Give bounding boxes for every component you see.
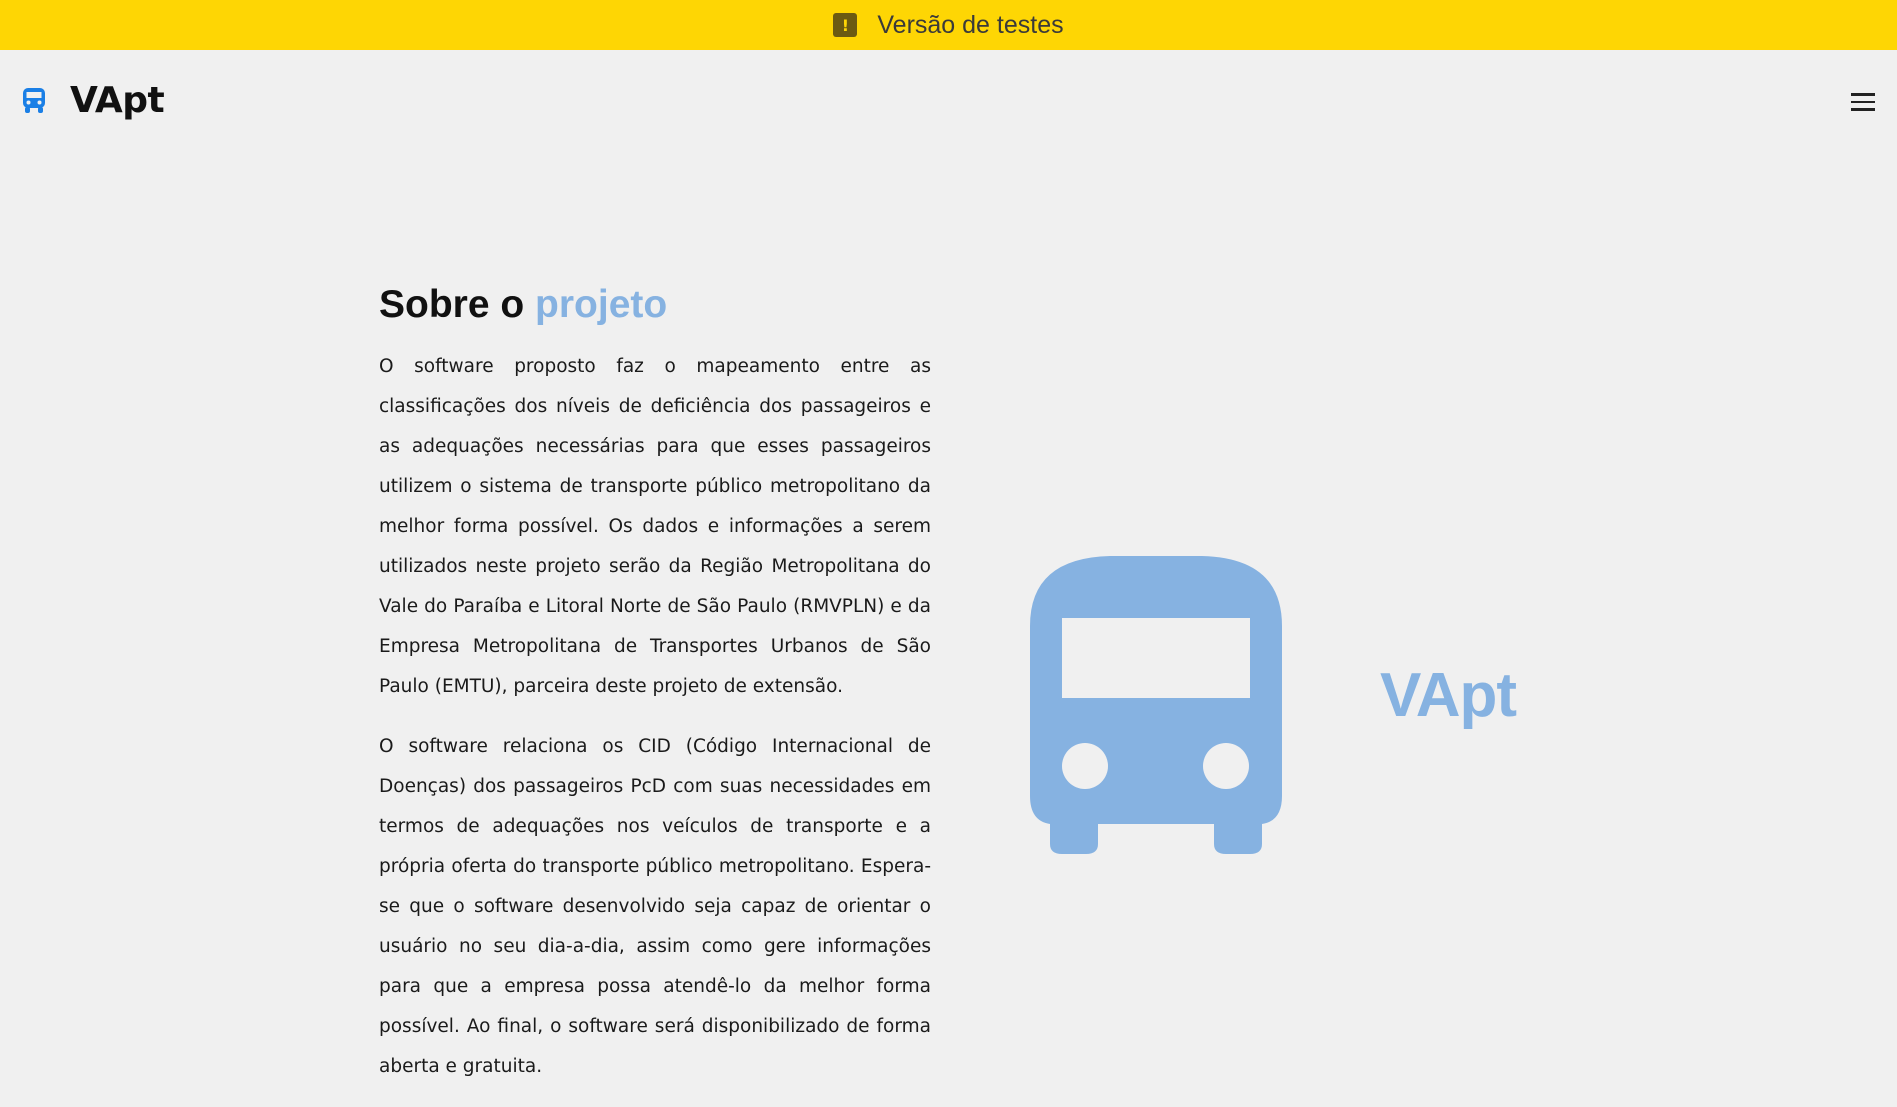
hero-app-name: VApt	[1380, 661, 1517, 730]
exclamation-icon: !	[833, 13, 858, 37]
title-text: Sobre o	[379, 283, 536, 326]
hero-bus-icon	[1030, 556, 1282, 858]
about-paragraph-2: O software relaciona os CID (Código Inte…	[379, 736, 931, 1077]
banner-text: Versão de testes	[877, 10, 1064, 39]
top-navbar: VApt	[0, 50, 1897, 156]
bus-icon	[22, 87, 46, 114]
brand-logo[interactable]: VApt	[22, 80, 165, 121]
about-section: Sobre o projeto O software proposto faz …	[379, 283, 931, 1107]
hamburger-menu-icon[interactable]	[1851, 93, 1875, 113]
page-title: Sobre o projeto	[379, 283, 931, 327]
test-version-banner: ! Versão de testes	[0, 0, 1897, 50]
app-name: VApt	[70, 80, 165, 121]
about-paragraph-1: O software proposto faz o mapeamento ent…	[379, 356, 931, 697]
title-accent: projeto	[535, 283, 668, 326]
